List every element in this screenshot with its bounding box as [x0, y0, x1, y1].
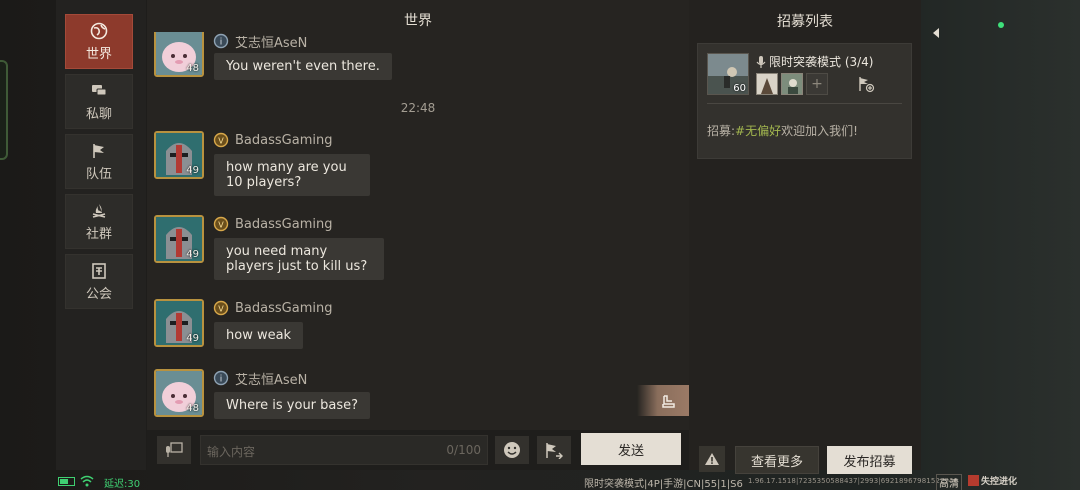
sender-name: 艾志恒AseN: [235, 35, 308, 51]
chat-message-list[interactable]: 48 i 艾志恒AseN You weren't even there. 22:…: [147, 32, 689, 430]
recruit-title: 招募列表: [777, 14, 833, 30]
vip-badge-icon: V: [213, 300, 229, 316]
svg-text:i: i: [220, 375, 223, 385]
character-counter: 0/100: [446, 443, 481, 457]
player-avatar[interactable]: 48: [154, 369, 204, 417]
chat-message-input[interactable]: 输入内容 0/100: [200, 435, 488, 465]
campfire-icon: [92, 203, 106, 218]
player-avatar[interactable]: 49: [154, 299, 204, 347]
flag-share-icon: [546, 443, 563, 459]
game-logo: 失控进化: [968, 474, 1017, 487]
message-sender[interactable]: V BadassGaming: [213, 215, 332, 233]
player-avatar[interactable]: 49: [154, 215, 204, 263]
rank-badge-icon: i: [213, 33, 229, 49]
sidebar-item-community[interactable]: 社群: [65, 194, 133, 249]
sidebar-item-label: 世界: [85, 46, 112, 62]
wifi-icon: [80, 475, 94, 487]
sidebar-item-label: 队伍: [85, 166, 112, 182]
message-sender[interactable]: V BadassGaming: [213, 299, 332, 317]
quality-toggle[interactable]: 高清: [936, 474, 962, 490]
chat-timestamp: 22:48: [400, 101, 436, 115]
share-location-button[interactable]: [537, 436, 571, 464]
logo-mark-icon: [968, 475, 979, 486]
sender-name: BadassGaming: [235, 300, 333, 316]
message-sender[interactable]: i 艾志恒AseN: [213, 369, 308, 388]
smiley-icon: [504, 442, 520, 458]
guild-banner-icon: [92, 262, 106, 279]
vip-badge-icon: V: [213, 132, 229, 148]
svg-text:V: V: [218, 137, 224, 146]
message-bubble: you need many players just to kill us?: [214, 238, 384, 280]
sidebar-item-team[interactable]: 队伍: [65, 134, 133, 189]
message-bubble: You weren't even there.: [214, 53, 392, 80]
vip-badge-icon: V: [213, 216, 229, 232]
flag-icon: [93, 143, 104, 158]
recruit-card[interactable]: 60 限时突袭模式 (3/4) + 招募:#无偏好欢迎加入我们!: [697, 43, 912, 159]
sidebar-item-label: 社群: [85, 226, 112, 242]
globe-icon: [90, 22, 108, 39]
empty-member-slot[interactable]: +: [806, 73, 828, 95]
battery-icon: [58, 477, 75, 486]
sidebar-item-label: 私聊: [85, 106, 112, 122]
plus-icon: +: [811, 76, 823, 92]
recruit-mode-title: 限时突袭模式 (3/4): [756, 53, 874, 70]
publish-recruit-button[interactable]: 发布招募: [827, 446, 912, 474]
scroll-to-latest-button[interactable]: [637, 385, 689, 416]
battery-level: [60, 479, 68, 484]
report-button[interactable]: [699, 446, 725, 472]
status-bar: 延迟:30 限时突袭模式|4P|手游|CN|55|1|S6 1.96.17.15…: [0, 472, 1080, 490]
latency-readout: 延迟:30: [104, 479, 141, 490]
team-member-slot: [781, 73, 803, 95]
chat-sidebar: 世界 私聊 队伍 社群 公会: [56, 0, 146, 470]
input-placeholder: 输入内容: [207, 445, 256, 459]
warning-icon: [705, 453, 719, 465]
team-member-slot: [756, 73, 778, 95]
left-edge-handle[interactable]: [0, 60, 8, 160]
chat-bubbles-icon: [92, 84, 107, 95]
notification-dot: [998, 22, 1004, 28]
flag-add-icon: [859, 77, 875, 93]
recruit-message: 招募:#无偏好欢迎加入我们!: [707, 124, 858, 138]
team-leader-avatar: 60: [707, 53, 749, 95]
message-sender[interactable]: V BadassGaming: [213, 131, 332, 149]
player-avatar[interactable]: 48: [154, 32, 204, 77]
emoji-button[interactable]: [495, 436, 529, 464]
sidebar-item-guild[interactable]: 公会: [65, 254, 133, 309]
member-portrait: [782, 74, 802, 94]
message-bubble: Where is your base?: [214, 392, 371, 419]
sender-name: BadassGaming: [235, 132, 333, 148]
chat-title: 世界: [404, 13, 432, 29]
sidebar-item-label: 公会: [85, 286, 112, 302]
chat-input-bar: 输入内容 0/100 发送: [147, 430, 689, 470]
hand-point-icon: [662, 394, 675, 408]
sender-name: 艾志恒AseN: [235, 372, 308, 388]
player-avatar[interactable]: 49: [154, 131, 204, 179]
preference-tag: #无偏好: [735, 124, 782, 138]
world-chat-panel: 世界 48 i 艾志恒AseN You weren't even there. …: [147, 0, 689, 430]
member-portrait: [757, 74, 777, 94]
svg-text:V: V: [218, 221, 224, 230]
sidebar-item-world[interactable]: 世界: [65, 14, 133, 69]
view-more-button[interactable]: 查看更多: [735, 446, 819, 474]
svg-text:i: i: [220, 38, 223, 48]
collapse-panel-arrow-icon[interactable]: [930, 26, 942, 40]
svg-text:V: V: [218, 305, 224, 314]
voice-message-icon: [166, 442, 183, 457]
server-info: 限时突袭模式|4P|手游|CN|55|1|S6: [584, 479, 743, 490]
recruit-mode-text: 限时突袭模式 (3/4): [769, 55, 874, 69]
team-flag-button[interactable]: [855, 73, 877, 95]
microphone-icon: [756, 55, 766, 68]
message-bubble: how many are you 10 players?: [214, 154, 370, 196]
voice-input-button[interactable]: [157, 436, 191, 464]
sender-name: BadassGaming: [235, 216, 333, 232]
rank-badge-icon: i: [213, 370, 229, 386]
build-id: 1.96.17.1518|7235350588437|2993|69218967…: [748, 477, 959, 485]
message-bubble: how weak: [214, 322, 304, 349]
message-sender[interactable]: i 艾志恒AseN: [213, 32, 308, 51]
send-button[interactable]: 发送: [581, 433, 681, 465]
card-divider: [707, 103, 902, 104]
sidebar-item-private-chat[interactable]: 私聊: [65, 74, 133, 129]
recruit-panel: 招募列表 60 限时突袭模式 (3/4) + 招募:#无偏好欢迎加入我们! 查看…: [689, 0, 921, 474]
